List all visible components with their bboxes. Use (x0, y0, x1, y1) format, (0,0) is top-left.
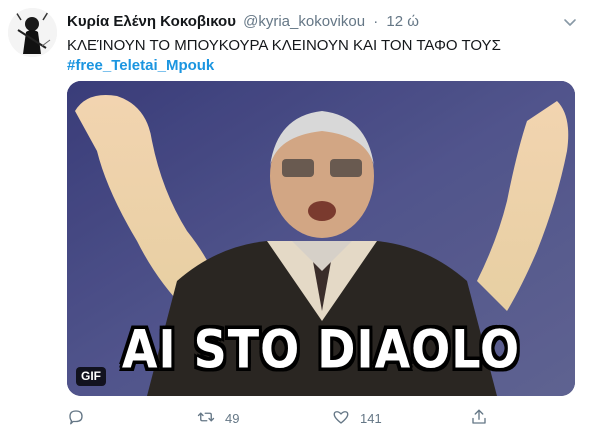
hashtag-link[interactable]: #free_Teletai_Mpouk (67, 56, 567, 76)
reply-icon (67, 408, 85, 429)
retweet-count: 49 (225, 410, 240, 426)
tweet[interactable]: Κυρία Ελένη Κοκοβικου @kyria_kokovikou ·… (0, 0, 596, 437)
tweet-time[interactable]: 12 ώ (386, 13, 419, 30)
tweet-header: Κυρία Ελένη Κοκοβικου @kyria_kokovikou ·… (67, 12, 577, 34)
chevron-down-icon[interactable] (562, 14, 578, 30)
heart-icon (332, 408, 350, 429)
separator-dot: · (373, 13, 379, 30)
author-name[interactable]: Κυρία Ελένη Κοκοβικου (67, 13, 236, 30)
gif-media[interactable]: AI STO DIAOLO GIF (67, 81, 575, 396)
retweet-button[interactable]: 49 (197, 406, 239, 430)
avatar[interactable] (8, 8, 57, 57)
reply-button[interactable] (67, 406, 95, 430)
gif-badge: GIF (76, 367, 106, 386)
like-button[interactable]: 141 (332, 406, 382, 430)
gif-caption: AI STO DIAOLO (121, 317, 521, 381)
tweet-body: ΚΛΕΊΝΟΥΝ ΤΟ ΜΠΟΥΚΟΥΡΑ ΚΛΕΙΝΟΥΝ ΚΑΙ ΤΟΝ Τ… (67, 37, 501, 54)
tweet-text: ΚΛΕΊΝΟΥΝ ΤΟ ΜΠΟΥΚΟΥΡΑ ΚΛΕΙΝΟΥΝ ΚΑΙ ΤΟΝ Τ… (67, 36, 567, 76)
share-button[interactable] (470, 406, 488, 430)
share-icon (470, 408, 488, 429)
avatar-image (8, 8, 57, 57)
like-count: 141 (360, 410, 382, 426)
author-handle[interactable]: @kyria_kokovikou (243, 13, 365, 30)
tweet-actions: 49 141 (67, 406, 567, 430)
retweet-icon (197, 408, 215, 429)
